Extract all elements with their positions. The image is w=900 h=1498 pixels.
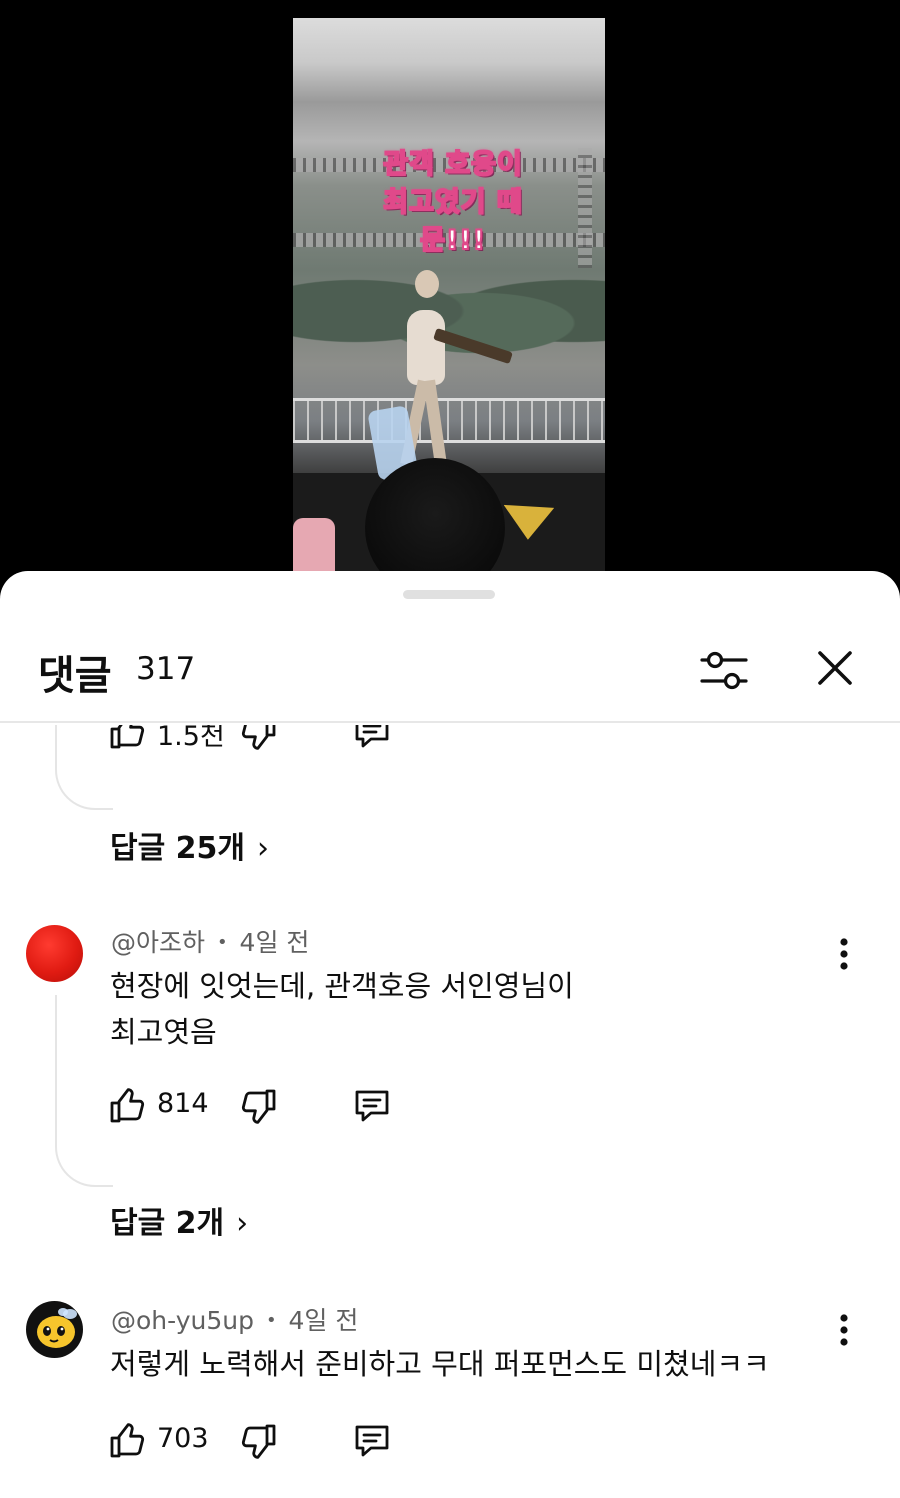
comment-icon[interactable] [352,1420,392,1460]
comment-meta: @아조하 • 4일 전 [111,923,309,959]
caption-line: 최고였기 때문!!! [382,186,523,257]
avatar[interactable] [26,925,83,982]
thumbs-down-icon[interactable] [238,1087,278,1127]
thumbs-up-icon[interactable] [108,725,148,751]
like-count: 703 [157,1423,209,1454]
comment-text: 현장에 잇엇는데, 관객호응 서인영님이 최고엿음 [110,963,830,1055]
view-replies-button[interactable]: 답글 25개 › [110,823,269,867]
comment-icon[interactable] [352,1085,392,1125]
thumbs-down-icon[interactable] [238,725,278,753]
comment-icon[interactable] [352,725,392,751]
thumbs-up-icon[interactable] [108,1085,148,1125]
caption-line: 관객 호응이 [382,148,523,181]
more-vert-icon [840,1314,848,1346]
tune-icon [700,651,748,690]
bee-avatar-icon [37,1308,77,1348]
more-vert-icon [840,938,848,970]
like-count: 1.5천 [157,725,225,752]
meta-separator: • [265,1310,277,1331]
comment-author[interactable]: @oh-yu5up [111,1306,254,1335]
chevron-right-icon: › [257,831,269,866]
comments-sheet: 댓글 317 1.5천 답글 25개 › @아조하 • 4일 전 현장에 잇엇는… [0,571,900,1498]
crowd-object [293,518,335,578]
filter-button[interactable] [697,643,751,697]
thumbs-down-icon[interactable] [238,1422,278,1462]
comment-meta: @oh-yu5up • 4일 전 [111,1301,358,1337]
thumbs-up-icon[interactable] [108,1420,148,1460]
thread-connector [55,995,113,1187]
close-icon [818,651,852,685]
like-count: 814 [157,1088,209,1119]
comment-more-button[interactable] [826,1310,862,1350]
meta-separator: • [216,932,228,953]
thread-connector [55,725,113,810]
avatar[interactable] [26,1301,83,1358]
chevron-right-icon: › [236,1206,249,1241]
stage-truss [578,148,592,268]
sheet-title: 댓글 [38,653,112,699]
comment-more-button[interactable] [826,934,862,974]
replies-label: 답글 2개 [110,1206,225,1241]
video-caption: 관객 호응이 최고였기 때문!!! [353,146,553,260]
video-player[interactable]: 관객 호응이 최고였기 때문!!! [0,0,900,600]
replies-label: 답글 25개 [110,831,245,866]
view-replies-button[interactable]: 답글 2개 › [110,1198,248,1242]
close-button[interactable] [810,643,860,693]
comment-time: 4일 전 [288,1306,359,1335]
video-frame[interactable]: 관객 호응이 최고였기 때문!!! [293,18,605,578]
comments-list[interactable]: 1.5천 답글 25개 › @아조하 • 4일 전 현장에 잇엇는데, 관객호응… [0,725,900,1498]
comment-author[interactable]: @아조하 [111,928,205,957]
drag-handle[interactable] [403,590,495,599]
comment-time: 4일 전 [239,928,310,957]
comment-text: 저렇게 노력해서 준비하고 무대 퍼포먼스도 미쳤네ㅋㅋ [110,1341,830,1387]
comment-text-line: 현장에 잇엇는데, 관객호응 서인영님이 [110,969,574,1003]
comment-count: 317 [136,651,196,687]
comment-text-line: 최고엿음 [110,1015,217,1049]
comment-text-line: 저렇게 노력해서 준비하고 무대 퍼포먼스도 미쳤네ㅋㅋ [110,1347,770,1381]
sheet-header: 댓글 317 [0,631,900,723]
